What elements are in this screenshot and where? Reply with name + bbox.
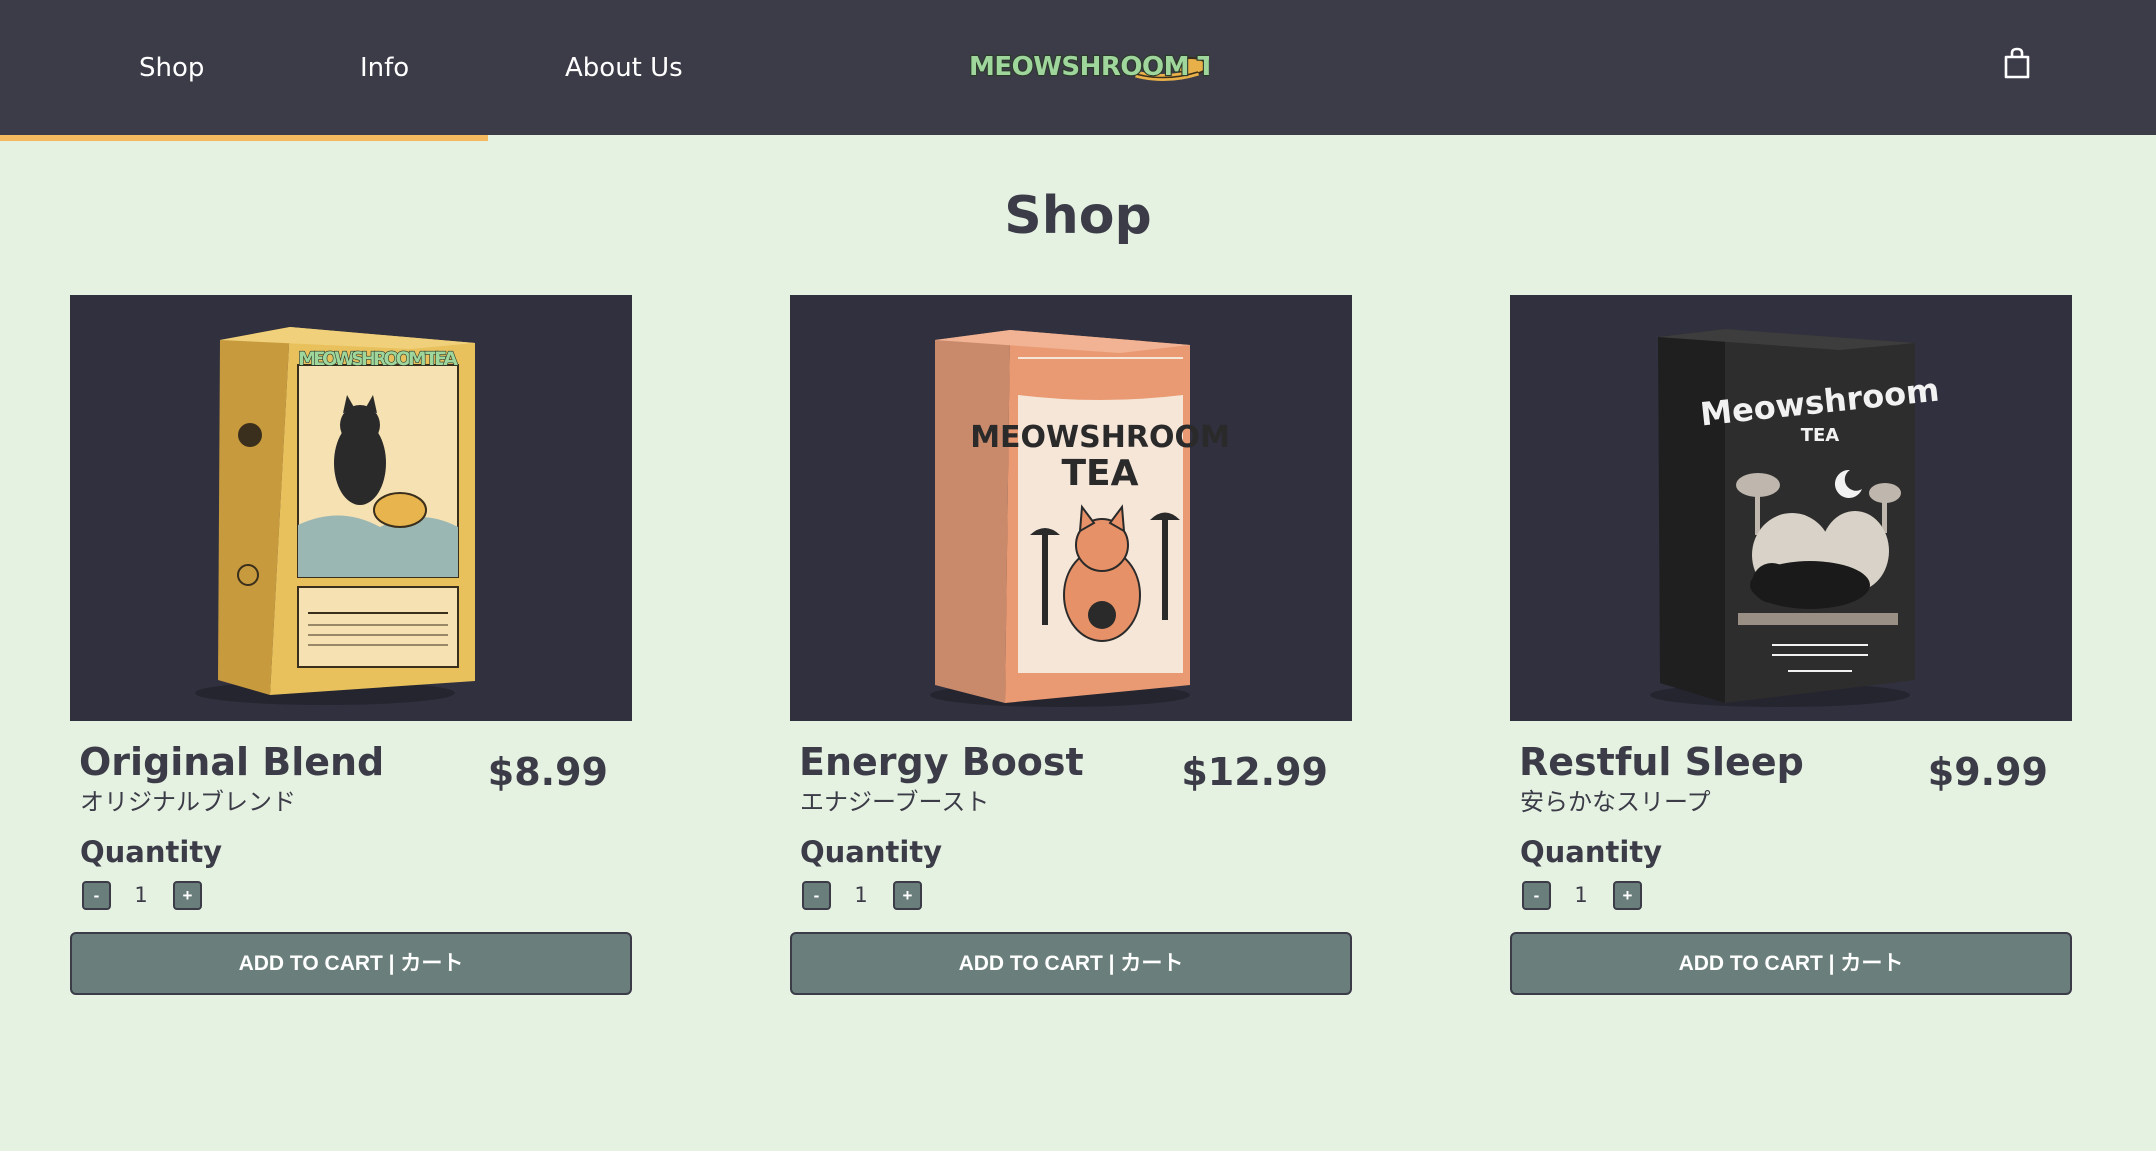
nav-link-info[interactable]: Info	[360, 48, 409, 88]
product-name: Original Blend	[79, 740, 385, 784]
add-to-cart-button[interactable]: ADD TO CART | カート	[790, 932, 1352, 995]
add-to-cart-button[interactable]: ADD TO CART | カート	[1510, 932, 2072, 995]
quantity-label: Quantity	[800, 835, 943, 869]
product-card: MEOWSHROOM TEA Original Blend オリジナルブレンド …	[70, 295, 632, 995]
product-price: $9.99	[1927, 750, 2048, 794]
product-name: Restful Sleep	[1519, 740, 1804, 784]
quantity-value[interactable]: 1	[130, 881, 152, 910]
product-name-japanese: 安らかなスリープ	[1520, 788, 1711, 816]
quantity-increase-button[interactable]: +	[173, 881, 202, 910]
quantity-decrease-button[interactable]: -	[1522, 881, 1551, 910]
shopping-bag-icon	[2004, 47, 2030, 79]
product-image[interactable]: MEOWSHROOM TEA	[790, 295, 1352, 721]
quantity-label: Quantity	[80, 835, 223, 869]
svg-text:TEA: TEA	[1801, 425, 1840, 446]
tea-box-illustration: MEOWSHROOM TEA	[930, 330, 1230, 707]
product-image[interactable]: MEOWSHROOM TEA	[70, 295, 632, 721]
quantity-decrease-button[interactable]: -	[82, 881, 111, 910]
nav-link-about-us[interactable]: About Us	[565, 48, 683, 88]
product-name-japanese: オリジナルブレンド	[80, 788, 296, 816]
page-title: Shop	[1004, 186, 1152, 246]
quantity-label: Quantity	[1520, 835, 1663, 869]
quantity-increase-button[interactable]: +	[893, 881, 922, 910]
cart-button[interactable]	[2000, 46, 2034, 82]
quantity-decrease-button[interactable]: -	[802, 881, 831, 910]
product-price: $8.99	[487, 750, 608, 794]
tea-box-illustration: MEOWSHROOM TEA	[195, 327, 475, 705]
svg-text:MEOWSHROOM TEA: MEOWSHROOM TEA	[298, 348, 458, 370]
product-card: Meowshroom TEA Restful Sleep 安らかなスリープ $9…	[1510, 295, 2072, 995]
site-header: Shop Info About Us MEOWSHROOM TEA	[0, 0, 2156, 135]
active-nav-indicator	[0, 135, 488, 141]
svg-text:MEOWSHROOM TEA: MEOWSHROOM TEA	[969, 52, 1209, 82]
tea-box-illustration: Meowshroom TEA	[1650, 329, 1941, 707]
product-image[interactable]: Meowshroom TEA	[1510, 295, 2072, 721]
product-card: MEOWSHROOM TEA Energy Boost エナジーブースト $12…	[790, 295, 1352, 995]
add-to-cart-button[interactable]: ADD TO CART | カート	[70, 932, 632, 995]
product-name-japanese: エナジーブースト	[800, 788, 990, 816]
quantity-increase-button[interactable]: +	[1613, 881, 1642, 910]
svg-text:MEOWSHROOM: MEOWSHROOM	[970, 420, 1230, 455]
quantity-value[interactable]: 1	[1570, 881, 1592, 910]
svg-text:TEA: TEA	[1061, 453, 1138, 494]
nav-link-shop[interactable]: Shop	[139, 48, 204, 88]
quantity-value[interactable]: 1	[850, 881, 872, 910]
site-logo[interactable]: MEOWSHROOM TEA	[966, 44, 1254, 88]
logo-wordmark-image: MEOWSHROOM TEA	[968, 51, 1254, 83]
product-price: $12.99	[1181, 750, 1328, 794]
product-name: Energy Boost	[799, 740, 1084, 784]
